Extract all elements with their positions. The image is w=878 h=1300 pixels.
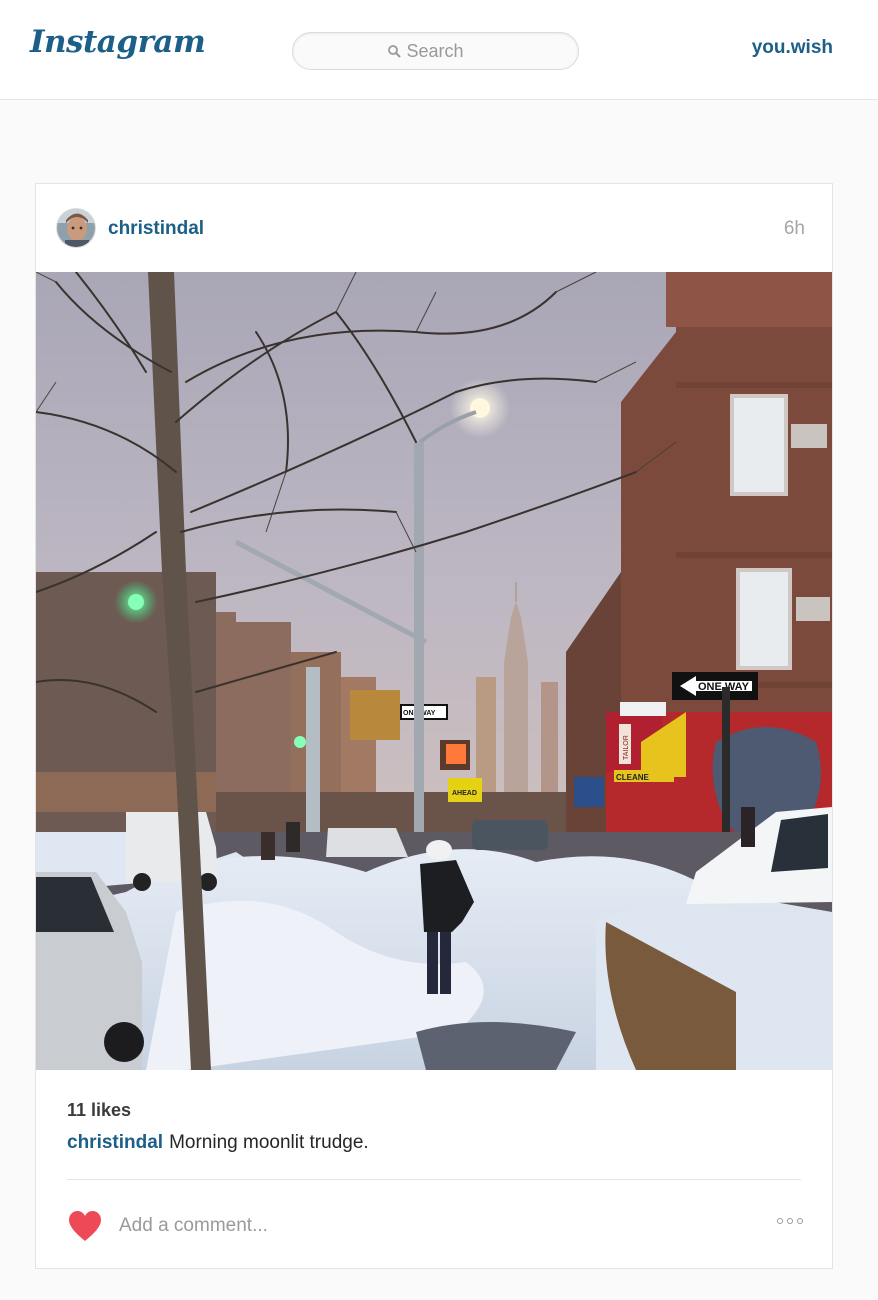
search-icon <box>387 45 400 58</box>
search-box[interactable] <box>292 32 579 70</box>
instagram-logo[interactable]: Instagram <box>30 24 206 60</box>
top-navigation-bar: Instagram you.wish <box>0 0 878 100</box>
caption-text: Morning moonlit trudge. <box>169 1132 369 1153</box>
avatar[interactable] <box>56 208 96 248</box>
post-header: christindal 6h <box>36 184 832 272</box>
search-input[interactable] <box>406 40 485 62</box>
post-timestamp[interactable]: 6h <box>784 218 805 240</box>
comment-input[interactable] <box>119 1211 679 1241</box>
heart-icon[interactable] <box>67 1210 103 1242</box>
post-card: christindal 6h CLEANE TAILOR ONE WAY ONE… <box>35 183 833 1269</box>
photo-sign-cleaners: CLEANE <box>616 773 650 782</box>
photo-sign-ahead: AHEAD <box>452 790 477 797</box>
photo-sign-tailor: TAILOR <box>623 735 630 760</box>
dot <box>797 1218 803 1224</box>
caption-author-link[interactable]: christindal <box>67 1132 163 1153</box>
current-user-link[interactable]: you.wish <box>752 37 833 59</box>
more-options-icon[interactable] <box>777 1218 803 1224</box>
post-photo[interactable]: CLEANE TAILOR ONE WAY ONE WAY AHEAD <box>36 272 832 1070</box>
post-author-link[interactable]: christindal <box>108 218 204 240</box>
likes-count[interactable]: 11 likes <box>67 1100 131 1121</box>
dot <box>777 1218 783 1224</box>
dot <box>787 1218 793 1224</box>
post-caption: christindal Morning moonlit trudge. <box>67 1132 369 1154</box>
comment-divider <box>67 1179 801 1180</box>
